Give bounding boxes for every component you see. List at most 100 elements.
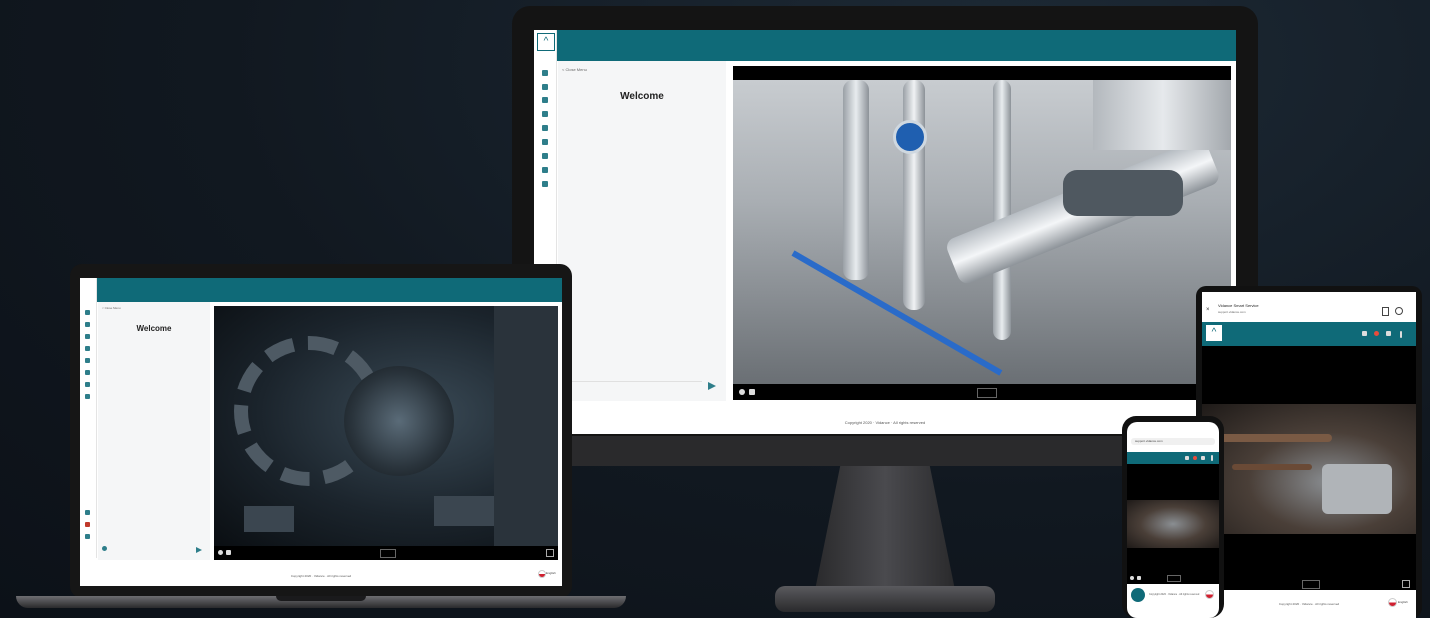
camera-icon[interactable] bbox=[226, 550, 231, 555]
fullscreen-icon[interactable] bbox=[1386, 331, 1391, 336]
laptop-footer: Copyright 2020 · Vidance · All rights re… bbox=[290, 574, 352, 578]
mute-icon[interactable] bbox=[739, 389, 745, 395]
share-icon[interactable] bbox=[1395, 307, 1403, 315]
sidebar-users-icon[interactable] bbox=[542, 111, 548, 117]
factory-scene bbox=[733, 80, 1231, 384]
pipe bbox=[903, 80, 925, 310]
nut bbox=[244, 506, 294, 532]
sidebar-home-icon[interactable] bbox=[542, 70, 548, 76]
engine-part bbox=[1322, 464, 1392, 514]
camera-icon[interactable] bbox=[1137, 576, 1141, 580]
camera-off-icon[interactable] bbox=[1362, 331, 1367, 336]
sidebar-settings-icon[interactable] bbox=[85, 394, 90, 399]
nut bbox=[434, 496, 494, 526]
video-stream[interactable] bbox=[733, 66, 1231, 400]
mic-icon[interactable] bbox=[1193, 456, 1197, 460]
engine-scene bbox=[1127, 500, 1219, 548]
laptop-screen: < Close Menu Welcome Copyright 2020 · Vi… bbox=[80, 278, 562, 586]
laptop: < Close Menu Welcome Copyright 2020 · Vi… bbox=[70, 264, 572, 598]
camera-icon[interactable] bbox=[749, 389, 755, 395]
sidebar-settings-icon[interactable] bbox=[542, 181, 548, 187]
language-flag-icon[interactable] bbox=[1205, 590, 1214, 599]
chat-avatar[interactable] bbox=[1131, 588, 1145, 602]
welcome-heading: Welcome bbox=[136, 324, 172, 333]
sidebar-calendar-icon[interactable] bbox=[542, 153, 548, 159]
sidebar-chat-icon[interactable] bbox=[85, 322, 90, 327]
pagination-control[interactable] bbox=[977, 388, 997, 398]
sidebar-calendar-icon[interactable] bbox=[85, 370, 90, 375]
fullscreen-icon[interactable] bbox=[546, 549, 554, 557]
tank bbox=[1093, 80, 1231, 150]
url-text: support.vidance.com bbox=[1135, 439, 1163, 443]
logo-icon: ^ bbox=[1206, 325, 1222, 341]
language-flag-icon[interactable] bbox=[538, 570, 546, 578]
fullscreen-icon[interactable] bbox=[1201, 456, 1205, 460]
smartphone: support.vidance.com Copyright 2020 · Vid… bbox=[1122, 416, 1224, 618]
tab-title: Vidance Smart Service bbox=[1218, 303, 1259, 308]
video-stream[interactable] bbox=[1127, 464, 1219, 584]
engine-pipe bbox=[1212, 434, 1332, 442]
gear-scene bbox=[214, 306, 558, 546]
close-tab-icon[interactable]: × bbox=[1206, 307, 1210, 313]
attach-icon[interactable] bbox=[102, 546, 107, 551]
engine-scene bbox=[1202, 404, 1416, 534]
video-control-bar bbox=[214, 546, 558, 560]
monitor-base bbox=[775, 586, 995, 612]
tablet-footer: Copyright 2020 · Vidance · All rights re… bbox=[1278, 602, 1340, 606]
laptop-notch bbox=[276, 596, 366, 601]
camera-icon[interactable] bbox=[1185, 456, 1189, 460]
sidebar bbox=[80, 278, 97, 558]
pagination-control[interactable] bbox=[1302, 580, 1320, 589]
url-text: support.vidance.com bbox=[1218, 310, 1246, 314]
pagination-control[interactable] bbox=[380, 549, 396, 558]
close-menu-link[interactable]: < Close Menu bbox=[102, 306, 121, 310]
sidebar-dashboard-icon[interactable] bbox=[542, 84, 548, 90]
sidebar-help-icon[interactable] bbox=[85, 510, 90, 515]
sidebar-home-icon[interactable] bbox=[85, 310, 90, 315]
logo-icon: ^ bbox=[537, 33, 555, 51]
browser-bar: × Vidance Smart Service support.vidance.… bbox=[1202, 300, 1416, 322]
shaft bbox=[344, 366, 454, 476]
close-menu-link[interactable]: < Close Menu bbox=[562, 67, 587, 72]
pagination-control[interactable] bbox=[1167, 575, 1181, 582]
app-header-bar bbox=[1127, 452, 1219, 464]
language-flag-icon[interactable] bbox=[1388, 598, 1397, 607]
desktop-monitor: ^ < Close Menu Welcome Copyright 2020 · … bbox=[512, 6, 1258, 466]
mute-icon[interactable] bbox=[218, 550, 223, 555]
message-input[interactable] bbox=[562, 381, 702, 394]
video-stream[interactable] bbox=[214, 306, 558, 560]
sidebar-video-icon[interactable] bbox=[85, 382, 90, 387]
phone-url-bar: support.vidance.com bbox=[1131, 438, 1215, 445]
sidebar-logout-icon[interactable] bbox=[85, 534, 90, 539]
video-stream[interactable] bbox=[1202, 346, 1416, 590]
language-label[interactable]: English bbox=[546, 571, 556, 575]
mute-icon[interactable] bbox=[1130, 576, 1134, 580]
sidebar-users-icon[interactable] bbox=[85, 334, 90, 339]
mic-icon[interactable] bbox=[1374, 331, 1379, 336]
sidebar-alert-icon[interactable] bbox=[85, 522, 90, 527]
language-label[interactable]: English bbox=[1398, 600, 1408, 604]
sidebar-files-icon[interactable] bbox=[542, 125, 548, 131]
send-icon[interactable] bbox=[196, 547, 202, 553]
send-icon[interactable] bbox=[708, 382, 716, 390]
blue-valve bbox=[893, 120, 927, 154]
video-top-bar bbox=[733, 66, 1231, 80]
pipe bbox=[843, 80, 869, 280]
sidebar-search-icon[interactable] bbox=[85, 358, 90, 363]
tablet-screen: × Vidance Smart Service support.vidance.… bbox=[1202, 292, 1416, 618]
sidebar-search-icon[interactable] bbox=[542, 139, 548, 145]
frame bbox=[494, 306, 558, 546]
monitor-screen: ^ < Close Menu Welcome Copyright 2020 · … bbox=[534, 30, 1236, 434]
chat-panel: < Close Menu Welcome bbox=[98, 302, 210, 560]
pipe bbox=[993, 80, 1011, 340]
app-header-bar: ^ bbox=[1202, 322, 1416, 346]
bookmark-icon[interactable] bbox=[1382, 307, 1389, 316]
fullscreen-icon[interactable] bbox=[1402, 580, 1410, 588]
sidebar-chat-icon[interactable] bbox=[542, 97, 548, 103]
menu-icon[interactable] bbox=[1211, 455, 1213, 461]
monitor-stand bbox=[815, 466, 955, 590]
menu-icon[interactable] bbox=[1400, 331, 1402, 338]
sidebar-files-icon[interactable] bbox=[85, 346, 90, 351]
app-header-bar bbox=[534, 30, 1236, 61]
sidebar-video-icon[interactable] bbox=[542, 167, 548, 173]
